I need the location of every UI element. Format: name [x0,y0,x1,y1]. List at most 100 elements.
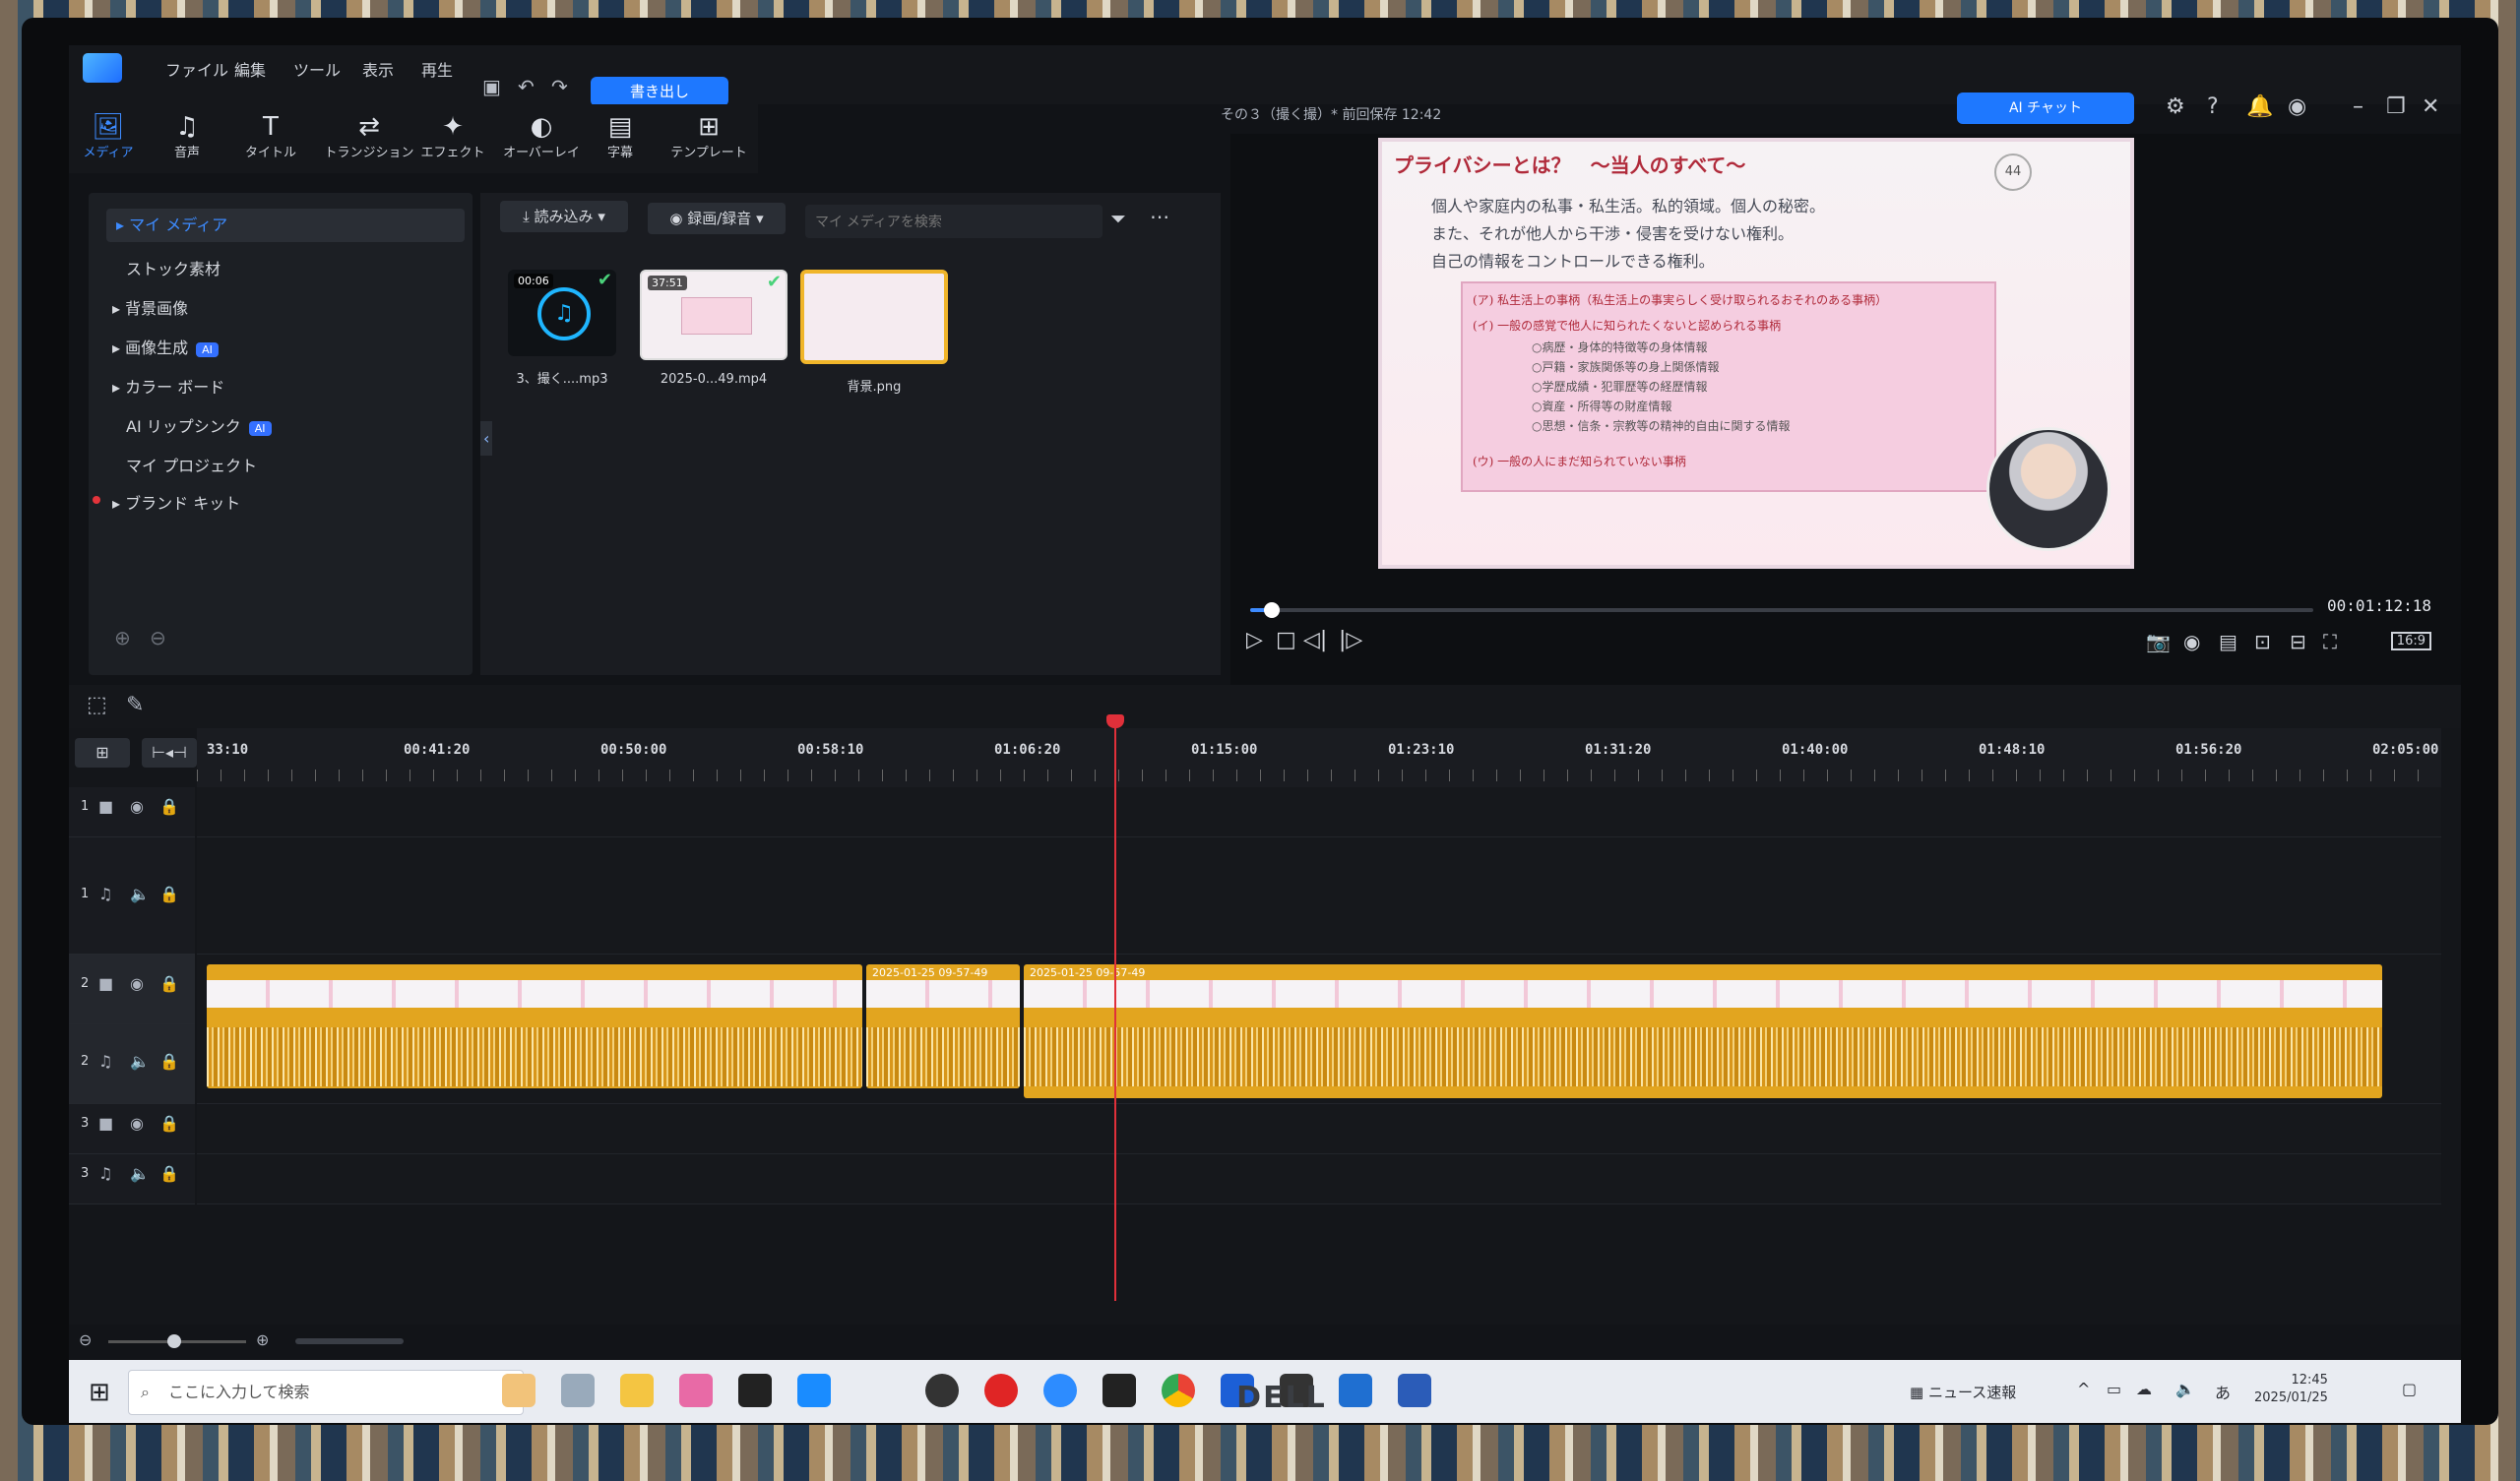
record-button[interactable]: ◉ 録画/録音 ▾ [648,203,786,234]
library-item-stock[interactable]: ストック素材 [126,256,220,279]
timeline-clip[interactable]: 2025-01-25 09-57-49 [866,964,1020,1088]
more-icon[interactable]: ⋯ [1150,205,1169,228]
media-item-video[interactable]: 37:51 ✔ 2025-0...49.mp4 [640,270,788,387]
record-app-icon[interactable] [984,1374,1018,1407]
lock-icon[interactable]: 🔒 [159,885,179,903]
menu-view[interactable]: 表示 [362,57,394,81]
tab-overlay[interactable]: ◐ オーバーレイ [492,112,591,160]
taskbar-app-icon[interactable] [679,1374,713,1407]
horizontal-scrollbar[interactable] [295,1338,404,1344]
lock-icon[interactable]: 🔒 [159,1114,179,1133]
export-button[interactable]: 書き出し [591,77,728,106]
library-item-my-projects[interactable]: マイ プロジェクト [126,453,257,476]
tab-effect[interactable]: ✦ エフェクト [413,112,492,160]
ime-indicator[interactable]: あ [2215,1380,2231,1403]
filter-icon[interactable]: ⏷ [1110,207,1126,230]
delete-folder-icon[interactable]: ⊖ [150,626,166,649]
tab-title[interactable]: T タイトル [231,112,310,160]
windows-start-icon[interactable]: ⊞ [89,1378,110,1407]
news-widget[interactable]: ▦ ニュース速報 [1910,1382,2016,1402]
library-item-ai-lipsync[interactable]: AI リップシンク AI [126,413,272,437]
collapse-panel-icon[interactable]: ‹ [480,421,493,456]
redo-icon[interactable]: ↷ [551,75,568,98]
record-voice-icon[interactable]: ◉ [2183,630,2200,653]
track-lane-audio-1[interactable] [197,837,2441,955]
lock-icon[interactable]: 🔒 [159,1052,179,1071]
taskbar-app-icon[interactable] [502,1374,536,1407]
zoom-slider-handle[interactable] [167,1334,181,1348]
taskbar-app-icon[interactable] [738,1374,772,1407]
library-item-image-gen[interactable]: ▸ 画像生成 AI [112,335,219,358]
safe-zone-icon[interactable]: ⊟ [2290,630,2306,653]
notification-center-icon[interactable]: ▢ [2402,1380,2417,1398]
track-lane-video-3[interactable] [197,1104,2441,1154]
network-icon[interactable]: ▭ [2107,1380,2121,1398]
menu-playback[interactable]: 再生 [421,57,453,81]
task-view-icon[interactable] [561,1374,595,1407]
zoom-fit-icon[interactable]: ⊡ [2254,630,2271,653]
add-track-icon[interactable]: ⊞ [75,738,130,768]
library-item-my-media[interactable]: ▸ マイ メディア [106,209,465,242]
eye-icon[interactable]: ◉ [130,797,144,816]
menu-tools[interactable]: ツール [293,57,341,81]
tab-template[interactable]: ⊞ テンプレート [660,112,758,160]
save-icon[interactable]: ▣ [482,75,501,98]
chrome-browser-icon[interactable] [1162,1374,1195,1407]
taskbar-clock[interactable]: 12:45 2025/01/25 [2254,1372,2328,1407]
account-icon[interactable]: ◉ [2288,94,2306,119]
zoom-out-icon[interactable]: ⊖ [79,1330,92,1349]
taskbar-app-icon[interactable] [1102,1374,1136,1407]
undo-icon[interactable]: ↶ [518,75,535,98]
zoom-in-icon[interactable]: ⊕ [256,1330,269,1349]
timeline-clip[interactable]: 2025-01-25 09-57-49 [1024,964,2382,1098]
taskbar-app-icon[interactable] [925,1374,959,1407]
track-lane-video-1[interactable] [197,787,2441,837]
prev-frame-icon[interactable]: ◁| [1303,628,1327,652]
close-icon[interactable]: ✕ [2422,94,2439,119]
split-icon[interactable]: ⊢◂⊣ [142,738,197,768]
track-lane-2[interactable]: 2025-01-25 09-57-49 2025-01-25 09-57-49 [197,955,2441,1104]
timeline-ruler[interactable]: 33:10 00:41:20 00:50:00 00:58:10 01:06:20 01:… [197,728,2441,787]
minimize-icon[interactable]: – [2353,94,2363,119]
add-folder-icon[interactable]: ⊕ [114,626,131,649]
menu-edit[interactable]: 編集 [234,57,266,81]
zoom-app-icon[interactable] [1043,1374,1077,1407]
lock-icon[interactable]: 🔒 [159,797,179,816]
preview-progress-bar[interactable] [1250,602,2313,618]
tab-transition[interactable]: ⇄ トランジション [320,112,418,160]
track-lane-audio-3[interactable] [197,1154,2441,1204]
aspect-ratio-selector[interactable]: 16:9 [2390,632,2431,650]
library-item-color-board[interactable]: ▸ カラー ボード [112,374,224,398]
notification-bell-icon[interactable]: 🔔 [2246,94,2273,119]
import-button[interactable]: ⤓ 読み込み ▾ [500,201,628,232]
speaker-icon[interactable]: 🔈 [130,885,150,903]
media-item-audio[interactable]: 00:06 ✔ ♫ 3、撮く....mp3 [508,270,616,387]
volume-icon[interactable]: 🔈 [2175,1380,2195,1398]
media-item-image[interactable]: 背景.png [800,270,948,395]
ai-chat-button[interactable]: AI チャット [1957,93,2134,124]
playhead[interactable] [1114,722,1116,1301]
word-icon[interactable] [1398,1374,1431,1407]
tab-subtitle[interactable]: ▤ 字幕 [581,112,660,160]
onedrive-icon[interactable]: ☁ [2136,1380,2152,1398]
tab-audio[interactable]: ♫ 音声 [148,112,226,160]
settings-icon[interactable]: ⚙ [2166,94,2185,119]
tab-media[interactable]: 🖼 メディア [69,112,148,160]
timeline-clip[interactable] [207,964,862,1088]
pen-tool-icon[interactable]: ✎ [126,693,144,717]
fullscreen-icon[interactable]: ⛶ [2323,630,2337,653]
snapshot-icon[interactable]: 📷 [2146,630,2171,653]
help-icon[interactable]: ? [2207,94,2219,119]
library-item-brand-kit[interactable]: ▸ ブランド キット [112,490,240,514]
menu-file[interactable]: ファイル [165,57,228,81]
tray-chevron-icon[interactable]: ^ [2077,1380,2090,1398]
stop-icon[interactable]: □ [1276,628,1296,652]
speaker-icon[interactable]: 🔈 [130,1052,150,1071]
library-item-backgrounds[interactable]: ▸ 背景画像 [112,295,188,319]
taskbar-search-input[interactable]: ⌕ ここに入力して検索 [128,1370,524,1415]
edge-browser-icon[interactable] [797,1374,831,1407]
speaker-icon[interactable]: 🔈 [130,1164,150,1183]
file-explorer-icon[interactable] [620,1374,654,1407]
lock-icon[interactable]: 🔒 [159,974,179,993]
play-icon[interactable]: ▷ [1246,628,1263,652]
